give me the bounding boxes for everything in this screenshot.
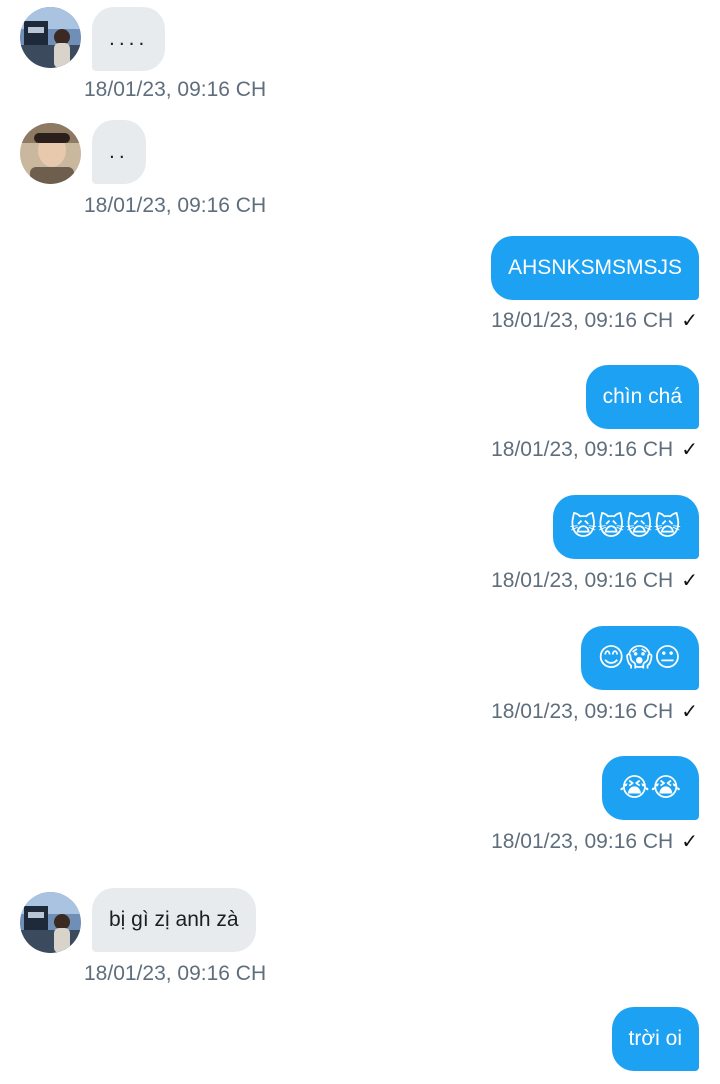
- message-text: ..: [109, 140, 129, 163]
- message-text: 🙀🙀🙀🙀: [569, 512, 682, 542]
- incoming-message[interactable]: bị gì zị anh zà: [92, 888, 256, 952]
- outgoing-message[interactable]: chìn chá: [585, 365, 699, 429]
- timestamp-text: 18/01/23, 09:16 CH: [491, 569, 674, 592]
- check-icon: ✓: [681, 310, 698, 332]
- message-text: ....: [109, 27, 149, 50]
- outgoing-message[interactable]: AHSNKSMSMSJS: [491, 236, 699, 300]
- message-timestamp: 18/01/23, 09:16 CH ✓: [491, 829, 698, 855]
- check-icon: ✓: [681, 570, 698, 592]
- message-timestamp: 18/01/23, 09:16 CH ✓: [491, 308, 698, 334]
- message-text: trời oi: [628, 1027, 682, 1050]
- message-timestamp: 18/01/23, 09:16 CH ✓: [491, 437, 698, 463]
- message-timestamp: 18/01/23, 09:16 CH: [84, 962, 267, 985]
- check-icon: ✓: [681, 701, 698, 723]
- message-timestamp: 18/01/23, 09:16 CH ✓: [491, 699, 698, 725]
- incoming-message[interactable]: ..: [92, 120, 146, 184]
- outgoing-message[interactable]: 😭😭: [602, 756, 699, 820]
- message-text: 😭😭: [619, 773, 682, 803]
- avatar[interactable]: [20, 7, 81, 68]
- message-text: 😊😱😐: [597, 643, 682, 673]
- avatar[interactable]: [20, 892, 81, 953]
- message-timestamp: 18/01/23, 09:16 CH: [84, 194, 267, 217]
- outgoing-message[interactable]: 😊😱😐: [580, 626, 699, 690]
- check-icon: ✓: [681, 439, 698, 461]
- message-timestamp: 18/01/23, 09:16 CH ✓: [491, 568, 698, 594]
- message-text: bị gì zị anh zà: [109, 908, 239, 931]
- check-icon: ✓: [681, 831, 698, 853]
- incoming-message[interactable]: ....: [92, 7, 166, 71]
- message-timestamp: 18/01/23, 09:16 CH: [84, 78, 267, 101]
- avatar[interactable]: [20, 123, 81, 184]
- timestamp-text: 18/01/23, 09:16 CH: [491, 700, 674, 723]
- timestamp-text: 18/01/23, 09:16 CH: [491, 830, 674, 853]
- outgoing-message[interactable]: trời oi: [611, 1007, 699, 1071]
- message-text: chìn chá: [602, 385, 682, 408]
- outgoing-message[interactable]: 🙀🙀🙀🙀: [552, 495, 699, 559]
- timestamp-text: 18/01/23, 09:16 CH: [491, 309, 674, 332]
- message-text: AHSNKSMSMSJS: [508, 256, 682, 279]
- timestamp-text: 18/01/23, 09:16 CH: [491, 438, 674, 461]
